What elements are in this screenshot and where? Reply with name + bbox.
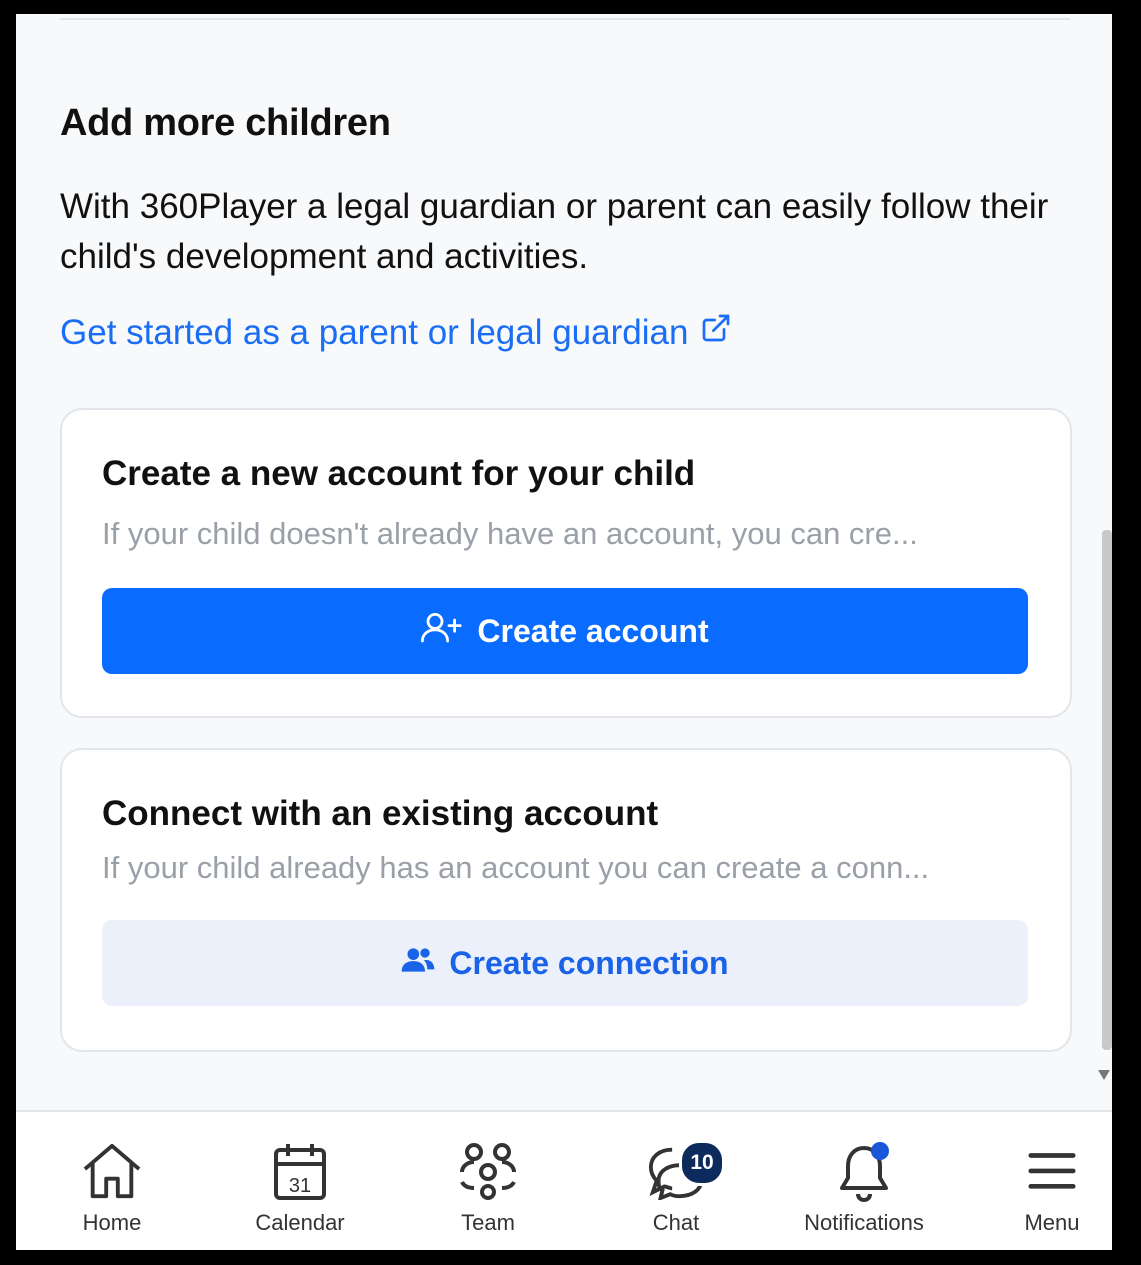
nav-team-label: Team: [461, 1210, 515, 1235]
menu-icon: [1017, 1142, 1087, 1204]
app-frame: Add more children With 360Player a legal…: [16, 14, 1112, 1250]
bottom-navigation: Home 31 Calendar Team 10 Chat Notificati…: [16, 1110, 1112, 1250]
svg-text:31: 31: [289, 1175, 311, 1197]
create-account-label: Create account: [477, 612, 709, 649]
calendar-icon: 31: [265, 1142, 335, 1204]
create-connection-label: Create connection: [449, 944, 729, 981]
card-title: Create a new account for your child: [102, 454, 696, 493]
nav-notifications[interactable]: Notifications: [770, 1112, 958, 1250]
nav-team[interactable]: Team: [394, 1112, 582, 1250]
create-account-card: Create a new account for your child If y…: [60, 408, 1072, 718]
nav-chat[interactable]: 10 Chat: [582, 1112, 770, 1250]
nav-menu[interactable]: Menu: [958, 1112, 1112, 1250]
divider: [60, 18, 1070, 20]
nav-chat-label: Chat: [652, 1210, 700, 1235]
external-link-icon: [700, 312, 732, 353]
scrollbar[interactable]: [1102, 530, 1112, 1050]
scroll-down-arrow[interactable]: [1098, 1070, 1110, 1080]
nav-notifications-label: Notifications: [804, 1210, 924, 1235]
chat-badge: 10: [679, 1140, 725, 1186]
nav-home[interactable]: Home: [18, 1112, 206, 1250]
add-user-icon: [421, 610, 463, 652]
guardian-link-label: Get started as a parent or legal guardia…: [60, 312, 689, 352]
nav-menu-label: Menu: [1024, 1210, 1080, 1235]
team-icon: [453, 1142, 523, 1204]
bell-icon: [829, 1142, 899, 1204]
nav-calendar-label: Calendar: [255, 1210, 345, 1235]
create-account-button[interactable]: Create account: [102, 588, 1028, 674]
create-connection-button[interactable]: Create connection: [102, 920, 1028, 1006]
nav-home-label: Home: [82, 1210, 142, 1235]
chat-icon: 10: [641, 1140, 725, 1204]
guardian-link[interactable]: Get started as a parent or legal guardia…: [60, 312, 732, 353]
people-icon: [401, 945, 435, 982]
nav-calendar[interactable]: 31 Calendar: [206, 1112, 394, 1250]
card-description: If your child doesn't already have an ac…: [102, 516, 918, 551]
connect-account-card: Connect with an existing account If your…: [60, 748, 1072, 1052]
section-description: With 360Player a legal guardian or paren…: [60, 187, 1049, 276]
home-icon: [77, 1142, 147, 1204]
notification-dot: [871, 1142, 889, 1160]
card-title: Connect with an existing account: [102, 794, 659, 833]
section-title: Add more children: [60, 102, 391, 144]
card-description: If your child already has an account you…: [102, 850, 930, 885]
